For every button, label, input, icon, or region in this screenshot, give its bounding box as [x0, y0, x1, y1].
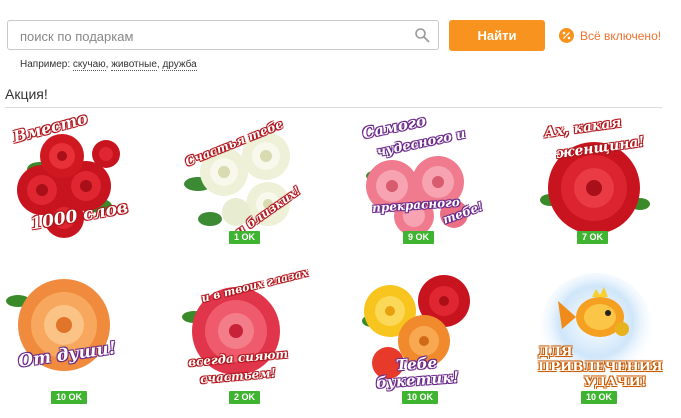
gift-card[interactable]: и в твоих глазах всегда сияют счастьем! … — [180, 266, 309, 409]
search-examples: Например: скучаю, животные, дружба — [20, 59, 197, 71]
example-link-miss[interactable]: скучаю — [72, 59, 106, 71]
gift-caption: ДЛЯ — [538, 345, 573, 360]
gift-caption: УДАЧИ! — [584, 375, 647, 390]
search-icon[interactable] — [414, 27, 430, 43]
section-divider — [5, 107, 662, 108]
price-badge: 10 OK — [402, 391, 439, 404]
price-badge: 2 OK — [229, 391, 261, 404]
all-inclusive-label: Всё включено! — [580, 28, 662, 43]
find-button[interactable]: Найти — [449, 20, 545, 51]
price-badge: 1 OK — [229, 231, 261, 244]
examples-prefix: Например: — [20, 59, 71, 70]
price-badge: 10 OK — [51, 391, 88, 404]
gift-card[interactable]: От души! 10 OK — [4, 271, 124, 409]
gift-card[interactable]: Вместо 1000 слов — [4, 108, 130, 252]
all-inclusive-link[interactable]: Всё включено! — [559, 28, 661, 43]
gift-card[interactable]: Тебе букетик! 10 OK — [358, 271, 478, 409]
example-link-animals[interactable]: животные — [111, 59, 157, 71]
gift-card[interactable]: Счастья тебе и близких! 1 OK — [180, 114, 303, 252]
percent-icon — [559, 28, 574, 43]
search-box[interactable] — [7, 20, 439, 50]
gift-card[interactable]: ДЛЯ ПРИВЛЕЧЕНИЯ УДАЧИ! 10 OK — [536, 271, 663, 409]
gift-caption: ПРИВЛЕЧЕНИЯ — [538, 360, 663, 375]
search-input[interactable] — [18, 25, 412, 47]
price-badge: 10 OK — [581, 391, 618, 404]
gift-card[interactable]: Самого чудесного и прекрасного тебе! 9 O… — [358, 112, 485, 252]
gift-card[interactable]: Ах, какая женщина! 7 OK — [536, 114, 656, 252]
example-link-friendship[interactable]: дружба — [162, 59, 197, 71]
price-badge: 9 OK — [403, 231, 435, 244]
price-badge: 7 OK — [577, 231, 609, 244]
section-title: Акция! — [5, 86, 48, 102]
